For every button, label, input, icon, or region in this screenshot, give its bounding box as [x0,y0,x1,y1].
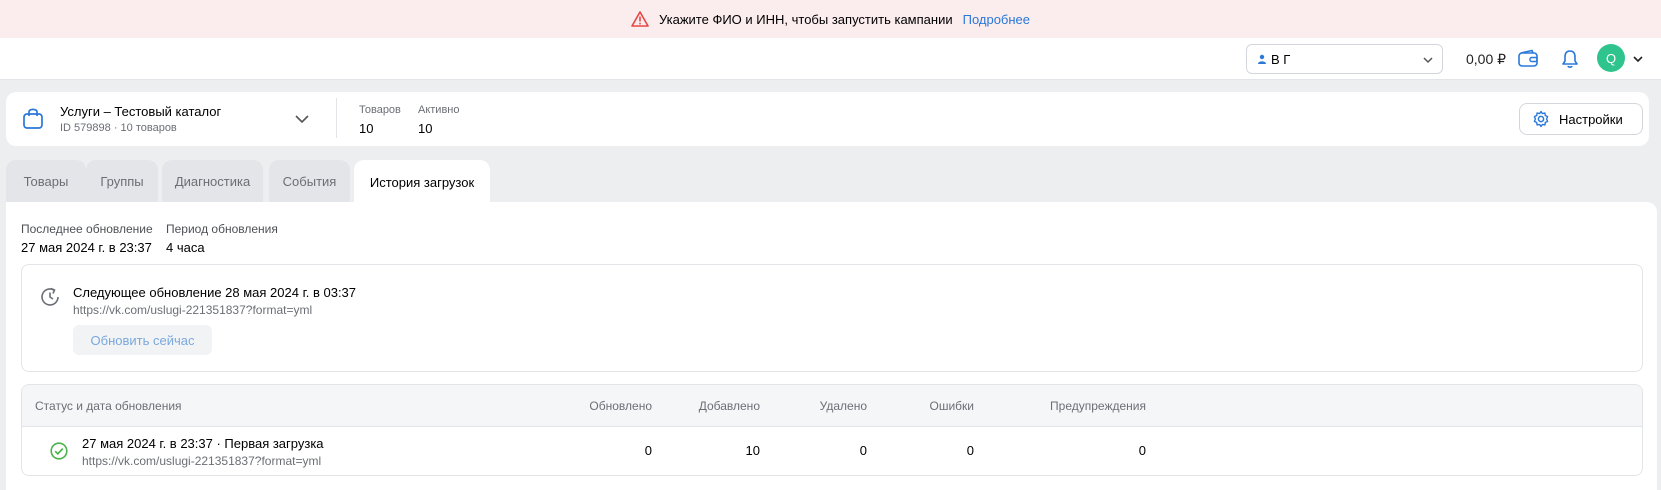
shopping-bag-icon [23,108,43,129]
cell-updated: 0 [644,443,652,458]
settings-label: Настройки [1559,111,1623,127]
last-update-label: Последнее обновление [21,222,153,236]
banner-text: Укажите ФИО и ИНН, чтобы запустить кампа… [658,11,953,27]
last-update: Последнее обновление 27 мая 2024 г. в 23… [21,222,153,255]
cell-added: 10 [745,443,760,458]
table-header: Статус и дата обновления Обновлено Добав… [22,385,1642,427]
update-period: Период обновления 4 часа [166,222,278,255]
last-update-value: 27 мая 2024 г. в 23:37 [21,240,152,255]
cell-warnings: 0 [1138,443,1146,458]
stat-products: Товаров 10 [359,104,401,136]
gear-icon [1533,110,1549,128]
column-header: Добавлено [698,399,760,413]
chevron-down-icon[interactable] [1632,53,1644,65]
wallet-icon[interactable] [1517,48,1539,70]
history-table: Статус и дата обновления Обновлено Добав… [21,384,1643,476]
warning-banner: Укажите ФИО и ИНН, чтобы запустить кампа… [0,0,1661,38]
bell-icon[interactable] [1559,48,1581,70]
cell-deleted: 0 [859,443,867,458]
account-selector[interactable]: В Г [1246,44,1443,74]
person-icon [1258,54,1266,64]
clock-refresh-icon [41,287,59,306]
update-period-label: Период обновления [166,222,278,236]
chevron-down-icon[interactable] [294,111,310,127]
column-header: Обновлено [589,399,652,413]
stat-value: 10 [359,121,374,136]
account-name: В Г [1271,51,1291,67]
catalog-title: Услуги – Тестовый каталог [60,104,222,119]
check-circle-icon [50,442,68,460]
column-header: Удалено [819,399,867,413]
table-row[interactable]: 27 мая 2024 г. в 23:37 · Первая загрузка… [22,427,1642,475]
chevron-down-icon [1423,57,1433,64]
column-header: Предупреждения [1050,399,1146,413]
next-update-box: Следующее обновление 28 мая 2024 г. в 03… [21,264,1643,372]
catalog-subtitle: ID 579898 · 10 товаров [60,122,177,134]
column-header: Статус и дата обновления [35,399,182,413]
avatar[interactable]: Q [1597,44,1625,72]
column-header: Ошибки [929,399,975,413]
stat-label: Товаров [359,104,401,116]
feed-url: https://vk.com/uslugi-221351837?format=y… [73,303,313,317]
cell-errors: 0 [966,443,974,458]
upload-history-panel: Последнее обновление 27 мая 2024 г. в 23… [6,202,1657,490]
tab-events[interactable]: События [269,160,350,202]
top-bar: В Г 0,00 ₽ Q [0,38,1661,80]
balance[interactable]: 0,00 ₽ [1466,51,1506,68]
warning-icon [631,11,649,27]
divider [336,98,337,138]
tab-upload-history[interactable]: История загрузок [354,160,490,204]
row-url: https://vk.com/uslugi-221351837?format=y… [82,454,322,468]
next-update-title: Следующее обновление 28 мая 2024 г. в 03… [73,285,357,300]
settings-button[interactable]: Настройки [1519,103,1643,135]
tab-products[interactable]: Товары [6,160,86,202]
stat-label: Активно [418,104,460,116]
tab-diagnostics[interactable]: Диагностика [162,160,263,202]
banner-more-link[interactable]: Подробнее [963,12,1030,27]
catalog-card: Услуги – Тестовый каталог ID 579898 · 10… [6,92,1649,146]
stat-active: Активно 10 [418,104,460,136]
stat-value: 10 [418,121,433,136]
row-title: 27 мая 2024 г. в 23:37 · Первая загрузка [82,436,324,451]
refresh-now-button[interactable]: Обновить сейчас [73,325,212,355]
tab-groups[interactable]: Группы [86,160,158,202]
update-period-value: 4 часа [166,240,205,255]
